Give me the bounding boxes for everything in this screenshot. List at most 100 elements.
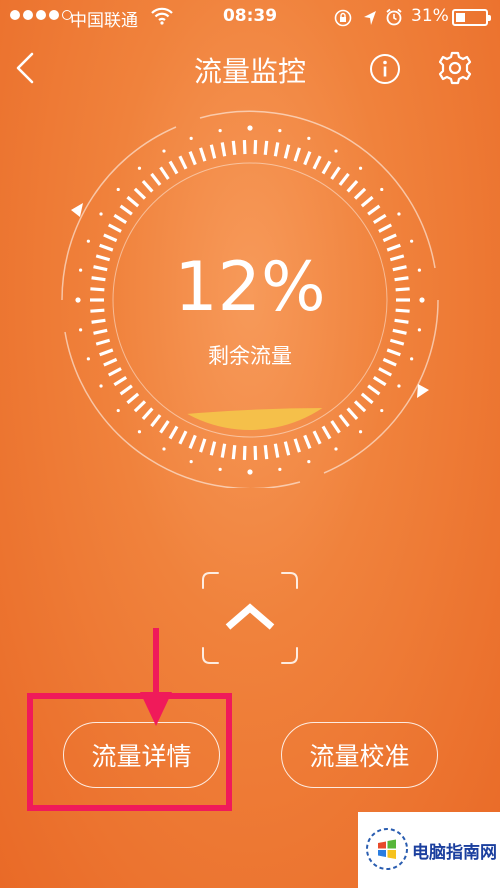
gauge-tick [303, 151, 312, 166]
gauge-tick [107, 223, 122, 233]
gauge-tick [133, 400, 147, 413]
gauge-dot [218, 129, 222, 133]
gauge-tick [372, 376, 387, 387]
gauge-dot [137, 430, 142, 434]
gauge-tick [338, 414, 350, 428]
gauge-dot [137, 166, 142, 170]
gauge-tick [293, 438, 301, 453]
gauge-dot [189, 460, 193, 464]
gauge-tick [330, 166, 341, 180]
gauge-tick [220, 142, 227, 157]
gauge-dot [397, 212, 401, 216]
gauge-tick [168, 160, 179, 175]
gauge-tick [338, 172, 350, 186]
gauge-tick [372, 213, 387, 224]
gear-icon[interactable] [437, 50, 473, 86]
gauge-tick [113, 213, 128, 224]
rotation-lock-icon [334, 9, 352, 27]
gauge-tick [93, 328, 108, 335]
battery-percent: 31% [411, 6, 449, 26]
gauge-tick [273, 142, 280, 157]
gauge-tick [199, 147, 207, 162]
gauge-dot [380, 187, 384, 192]
nav-bar: 流量监控 [0, 36, 500, 98]
gauge-tick [360, 392, 374, 405]
gauge-tick [126, 392, 140, 405]
gauge-tick [231, 445, 237, 460]
gauge-dot [358, 430, 363, 434]
gauge-tick [263, 445, 269, 460]
gauge-tick [178, 430, 188, 445]
gauge-tick [330, 420, 341, 434]
gauge-dot [247, 469, 253, 475]
remaining-label: 剩余流量 [208, 344, 292, 368]
gauge-tick [126, 195, 140, 208]
gauge-tick [312, 155, 322, 170]
gauge-tick [273, 443, 280, 458]
watermark-text: 电脑指南网 [412, 843, 497, 863]
gauge-tick [209, 144, 217, 159]
traffic-calibrate-button[interactable]: 流量校准 [281, 722, 438, 788]
gauge-tick [113, 376, 128, 387]
gauge-dot [334, 149, 338, 153]
highlight-box [27, 693, 232, 811]
battery-nub [488, 15, 491, 21]
gauge-dot [162, 447, 166, 451]
gauge-tick [346, 180, 359, 193]
gauge-tick [367, 204, 381, 216]
gauge-tick [353, 400, 367, 413]
gauge-tick [159, 420, 170, 434]
alarm-icon [386, 8, 402, 26]
gauge-tick [303, 434, 312, 449]
gauge-dot [86, 239, 90, 243]
gauge-tick [382, 233, 397, 243]
gauge-dot [278, 129, 282, 133]
gauge-tick [199, 438, 207, 453]
gauge-tick [178, 155, 188, 170]
gauge-tick [293, 147, 301, 162]
gauge-tick [141, 407, 154, 420]
gauge-tick [150, 414, 162, 428]
gauge-tick [133, 187, 147, 200]
gauge-tick [209, 441, 217, 456]
gauge-tick [141, 180, 154, 193]
gauge-dot [307, 136, 311, 140]
watermark: 电脑指南网 [358, 812, 500, 888]
gauge-dot [116, 408, 120, 413]
gauge-tick [263, 140, 269, 155]
gauge-tick [283, 441, 291, 456]
windows-logo-icon [366, 828, 408, 870]
gauge-dot [334, 447, 338, 451]
battery-fill [456, 13, 465, 22]
arc-arrow-icon [417, 384, 429, 398]
gauge-tick [159, 166, 170, 180]
gauge-dot [307, 460, 311, 464]
gauge-dot [189, 136, 193, 140]
chevron-up-icon [225, 603, 275, 630]
page-title: 流量监控 [193, 55, 306, 88]
gauge-dot [410, 239, 414, 243]
gauge-tick [392, 328, 407, 335]
gauge-tick [103, 233, 118, 243]
gauge-tick [119, 384, 133, 396]
gauge-dot [397, 384, 401, 388]
expand-button[interactable] [200, 570, 300, 666]
gauge-dot [358, 166, 363, 170]
gauge-tick [367, 384, 381, 396]
gauge-tick [360, 195, 374, 208]
gauge-dot [278, 467, 282, 471]
gauge-dot [162, 149, 166, 153]
remaining-percent: 12% [174, 248, 326, 327]
battery-icon [452, 9, 491, 26]
gauge-tick [188, 151, 197, 166]
gauge-tick [378, 223, 393, 233]
info-icon[interactable] [369, 53, 401, 85]
gauge-dot [99, 384, 103, 388]
gauge-tick [220, 443, 227, 458]
gauge-dot [79, 328, 83, 332]
gauge-dot [99, 212, 103, 216]
gauge-dot [247, 125, 253, 131]
gauge-tick [188, 434, 197, 449]
gauge-tick [321, 160, 332, 175]
gauge-tick [150, 172, 162, 186]
